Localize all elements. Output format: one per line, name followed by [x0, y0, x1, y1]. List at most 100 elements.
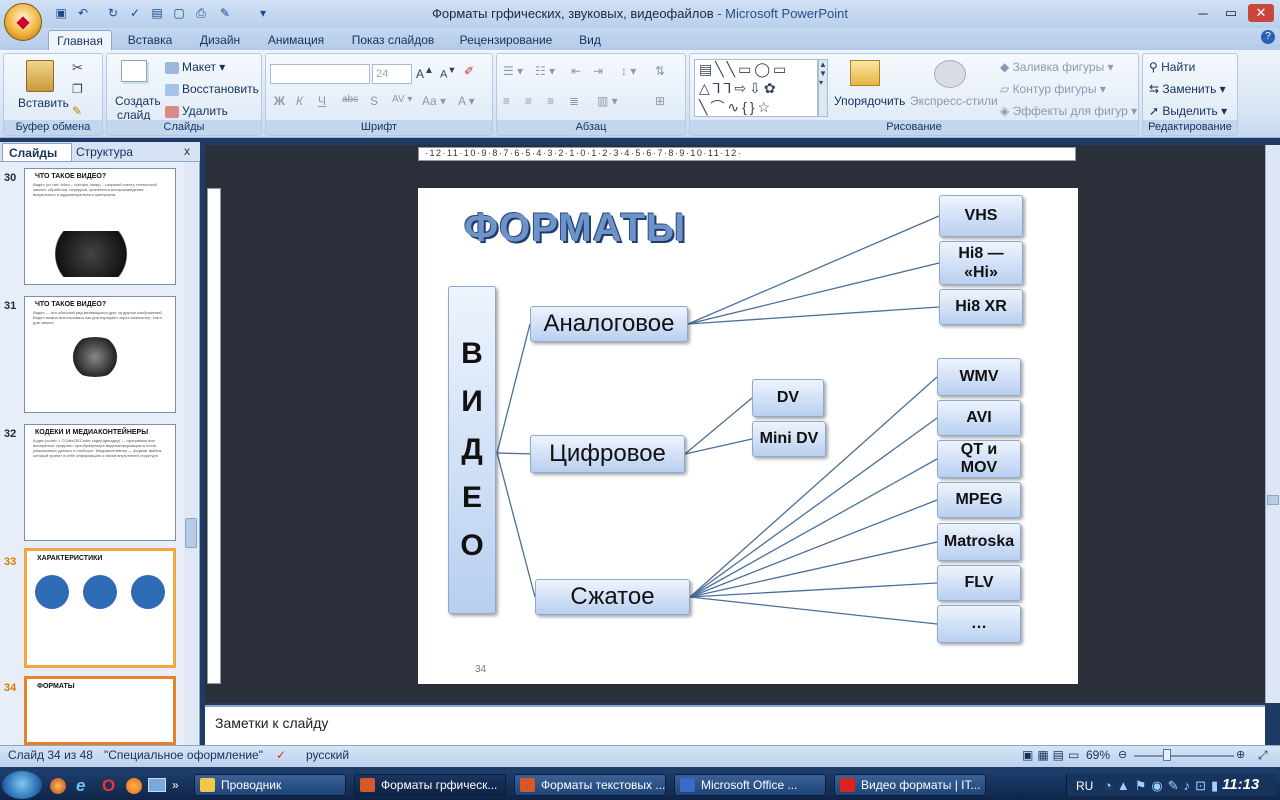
firefox-icon[interactable]: [126, 778, 142, 794]
format-node[interactable]: Hi8 XR: [939, 289, 1023, 325]
maximize-button[interactable]: ▭: [1218, 4, 1244, 22]
tab-home[interactable]: Главная: [48, 30, 112, 50]
taskbar-item-explorer[interactable]: Проводник: [194, 774, 346, 796]
font-color-icon[interactable]: A ▾: [458, 94, 475, 108]
reset-button[interactable]: Восстановить: [165, 82, 259, 96]
shapes-scroll[interactable]: ▲ ▼ ▾: [818, 59, 828, 117]
numbering-icon[interactable]: ☷ ▾: [535, 64, 555, 78]
format-node[interactable]: …: [937, 605, 1021, 643]
clock[interactable]: 11:13: [1222, 776, 1259, 793]
format-node[interactable]: AVI: [937, 400, 1021, 436]
scroll-thumb[interactable]: [1267, 495, 1279, 505]
undo-icon[interactable]: ↶: [74, 5, 92, 21]
slide-title[interactable]: ФОРМАТЫ: [464, 206, 686, 251]
tab-slides-pane[interactable]: Слайды: [2, 143, 72, 161]
format-node[interactable]: Hi8 — «Hi»: [939, 241, 1023, 285]
category-node-digital[interactable]: Цифровое: [530, 435, 685, 473]
tab-outline-pane[interactable]: Структура: [76, 145, 133, 159]
paste-button[interactable]: Вставить: [18, 96, 69, 110]
quick-launch-more-icon[interactable]: »: [172, 778, 179, 792]
customize-toolbar-icon[interactable]: ▾: [254, 5, 272, 21]
slide-canvas[interactable]: ФОРМАТЫ В И Д Е О Аналоговое Цифровое Сж…: [418, 188, 1078, 684]
root-node-video[interactable]: В И Д Е О: [448, 286, 496, 614]
tray-icons[interactable]: ◔▲⚑◉✎♪⊡▮: [1104, 778, 1223, 794]
slide-thumbnail-34[interactable]: ФОРМАТЫ: [24, 676, 176, 745]
delete-slide-button[interactable]: Удалить: [165, 104, 228, 118]
tab-review[interactable]: Рецензирование: [450, 30, 562, 50]
taskbar-item-opera[interactable]: Видео форматы | IT...: [834, 774, 986, 796]
slide-thumbnail-30[interactable]: ЧТО ТАКОЕ ВИДЕО? Видео (от лат. video – …: [24, 168, 176, 285]
bullets-icon[interactable]: ☰ ▾: [503, 64, 523, 78]
notes-pane[interactable]: Заметки к слайду: [205, 705, 1265, 745]
font-size-input[interactable]: 24: [372, 64, 412, 84]
format-node[interactable]: QT и MOV: [937, 440, 1021, 478]
tab-insert[interactable]: Вставка: [118, 30, 182, 50]
decrease-indent-icon[interactable]: ⇤: [571, 64, 581, 78]
format-node[interactable]: Mini DV: [752, 421, 826, 457]
open-icon[interactable]: ▤: [148, 5, 166, 21]
smartart-icon[interactable]: ⊞: [655, 94, 665, 108]
office-button[interactable]: ◆: [4, 3, 42, 41]
text-direction-icon[interactable]: ⇅: [655, 64, 665, 78]
shape-fill-button[interactable]: ◆ Заливка фигуры ▾: [1000, 60, 1114, 74]
vertical-scrollbar[interactable]: [1265, 145, 1280, 703]
find-button[interactable]: ⚲ Найти: [1149, 60, 1195, 74]
help-icon[interactable]: ?: [1261, 30, 1275, 44]
align-right-icon[interactable]: ≡: [547, 94, 554, 108]
format-node[interactable]: MPEG: [937, 482, 1021, 518]
zoom-level[interactable]: 69%: [1086, 748, 1110, 762]
clear-format-icon[interactable]: ✐: [464, 64, 474, 78]
zoom-out-icon[interactable]: ⊖: [1118, 748, 1127, 761]
font-name-input[interactable]: [270, 64, 370, 84]
shape-effects-button[interactable]: ◈ Эффекты для фигур ▾: [1000, 104, 1137, 118]
bold-button[interactable]: Ж: [274, 94, 285, 108]
replace-button[interactable]: ⇆ Заменить ▾: [1149, 82, 1226, 96]
tab-view[interactable]: Вид: [570, 30, 610, 50]
quick-styles-button[interactable]: Экспресс-стили: [910, 94, 998, 108]
align-left-icon[interactable]: ≡: [503, 94, 510, 108]
pane-close-button[interactable]: x: [184, 144, 190, 158]
taskbar-item-powerpoint[interactable]: Форматы грфическ...: [354, 774, 506, 796]
language-indicator[interactable]: RU: [1076, 779, 1093, 793]
grow-font-icon[interactable]: A▲: [416, 65, 434, 81]
taskbar-item-powerpoint-2[interactable]: Форматы текстовых ...: [514, 774, 666, 796]
shapes-gallery[interactable]: ▤╲╲▭◯▭ △⅂⅂⇨⇩✿ ╲⌒∿{}☆: [694, 59, 818, 117]
zoom-slider[interactable]: [1134, 755, 1234, 757]
redo-icon[interactable]: ↻: [104, 5, 122, 21]
spellcheck-status-icon[interactable]: ✓: [276, 748, 286, 762]
increase-indent-icon[interactable]: ⇥: [593, 64, 603, 78]
zoom-in-icon[interactable]: ⊕: [1236, 748, 1245, 761]
slide-thumbnail-31[interactable]: ЧТО ТАКОЕ ВИДЕО? Видео — это обычный ряд…: [24, 296, 176, 413]
format-node[interactable]: VHS: [939, 195, 1023, 237]
columns-icon[interactable]: ▥ ▾: [597, 94, 618, 108]
tab-slideshow[interactable]: Показ слайдов: [340, 30, 446, 50]
underline-button[interactable]: Ч: [318, 94, 326, 108]
opera-icon[interactable]: O: [102, 776, 115, 796]
fit-slide-icon[interactable]: ⤢: [1258, 748, 1268, 763]
spellcheck-icon[interactable]: ✓: [126, 5, 144, 21]
format-node[interactable]: Matroska: [937, 523, 1021, 561]
theme-name[interactable]: "Специальное оформление": [104, 748, 263, 762]
taskbar-item-office[interactable]: Microsoft Office ...: [674, 774, 826, 796]
line-spacing-icon[interactable]: ↕ ▾: [621, 64, 636, 78]
shrink-font-icon[interactable]: A▼: [440, 65, 456, 81]
copy-icon[interactable]: ❐: [72, 82, 83, 96]
change-case-icon[interactable]: Aa ▾: [422, 94, 446, 108]
layout-button[interactable]: Макет ▾: [165, 60, 225, 74]
print-icon[interactable]: ⎙: [192, 5, 210, 21]
align-center-icon[interactable]: ≡: [525, 94, 532, 108]
slide-thumbnail-33[interactable]: ХАРАКТЕРИСТИКИ: [24, 548, 176, 668]
format-node[interactable]: DV: [752, 379, 824, 417]
cut-icon[interactable]: ✂: [72, 60, 83, 76]
new-icon[interactable]: ▢: [170, 5, 188, 21]
format-node[interactable]: FLV: [937, 565, 1021, 601]
close-button[interactable]: ✕: [1248, 4, 1274, 22]
category-node-compressed[interactable]: Сжатое: [535, 579, 690, 615]
new-slide-button[interactable]: Создать: [115, 94, 161, 108]
scroll-thumb[interactable]: [185, 518, 197, 548]
tab-animation[interactable]: Анимация: [258, 30, 334, 50]
slides-pane-scrollbar[interactable]: [184, 162, 198, 745]
strike-button[interactable]: abc: [342, 94, 358, 105]
format-painter-icon[interactable]: ✎: [216, 5, 234, 21]
start-button[interactable]: [2, 771, 42, 799]
